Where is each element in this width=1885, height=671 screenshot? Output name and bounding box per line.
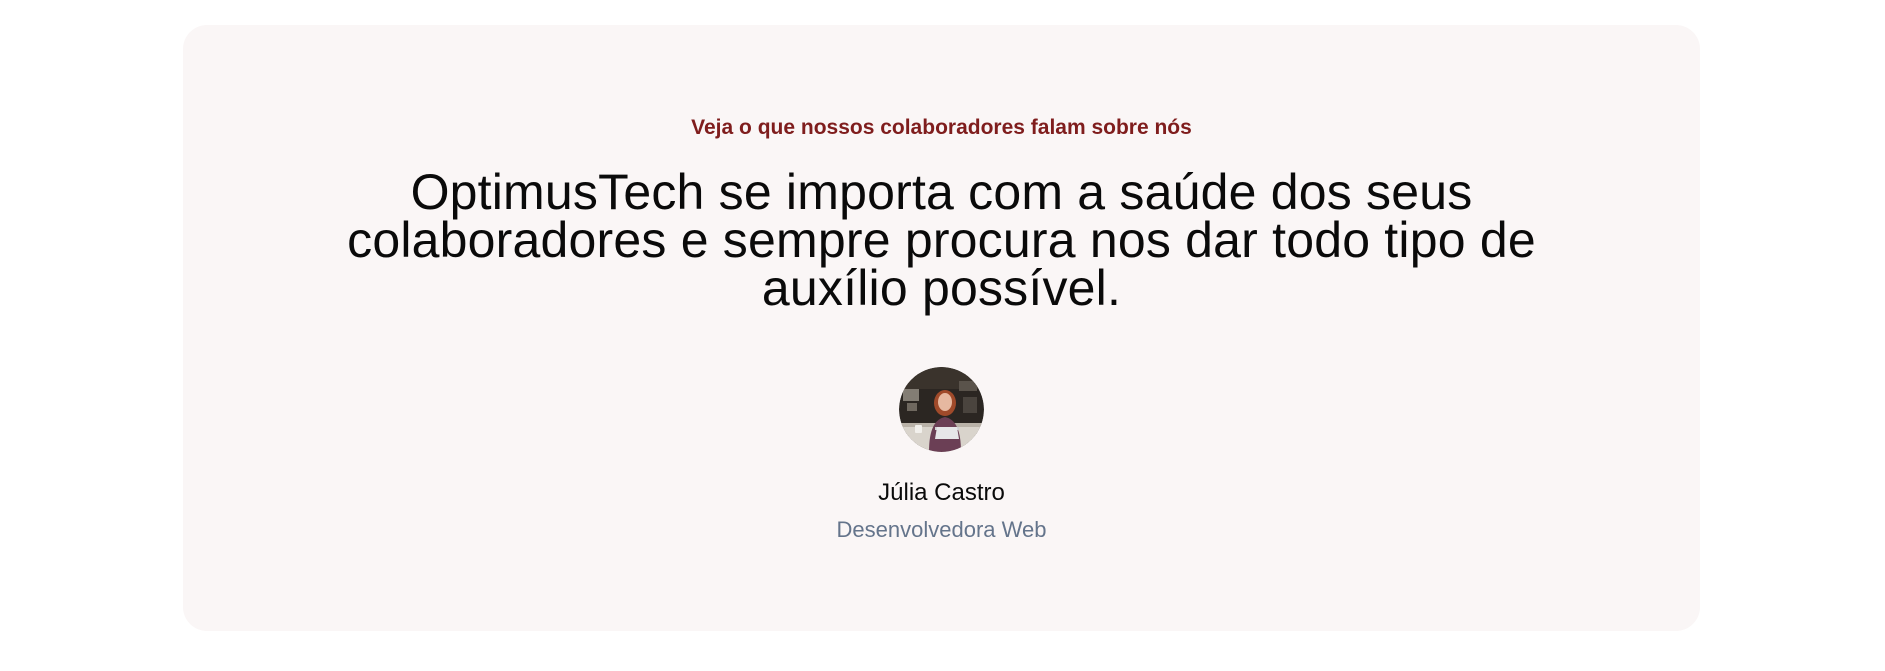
page: Veja o que nossos colaboradores falam so… [0, 0, 1885, 671]
avatar [899, 367, 984, 452]
testimonial-eyebrow: Veja o que nossos colaboradores falam so… [691, 116, 1192, 139]
testimonial-quote: OptimusTech se importa com a saúde dos s… [347, 164, 1536, 316]
testimonial-card: Veja o que nossos colaboradores falam so… [183, 25, 1700, 631]
author-name: Júlia Castro [878, 479, 1005, 506]
author-role: Desenvolvedora Web [836, 517, 1047, 542]
